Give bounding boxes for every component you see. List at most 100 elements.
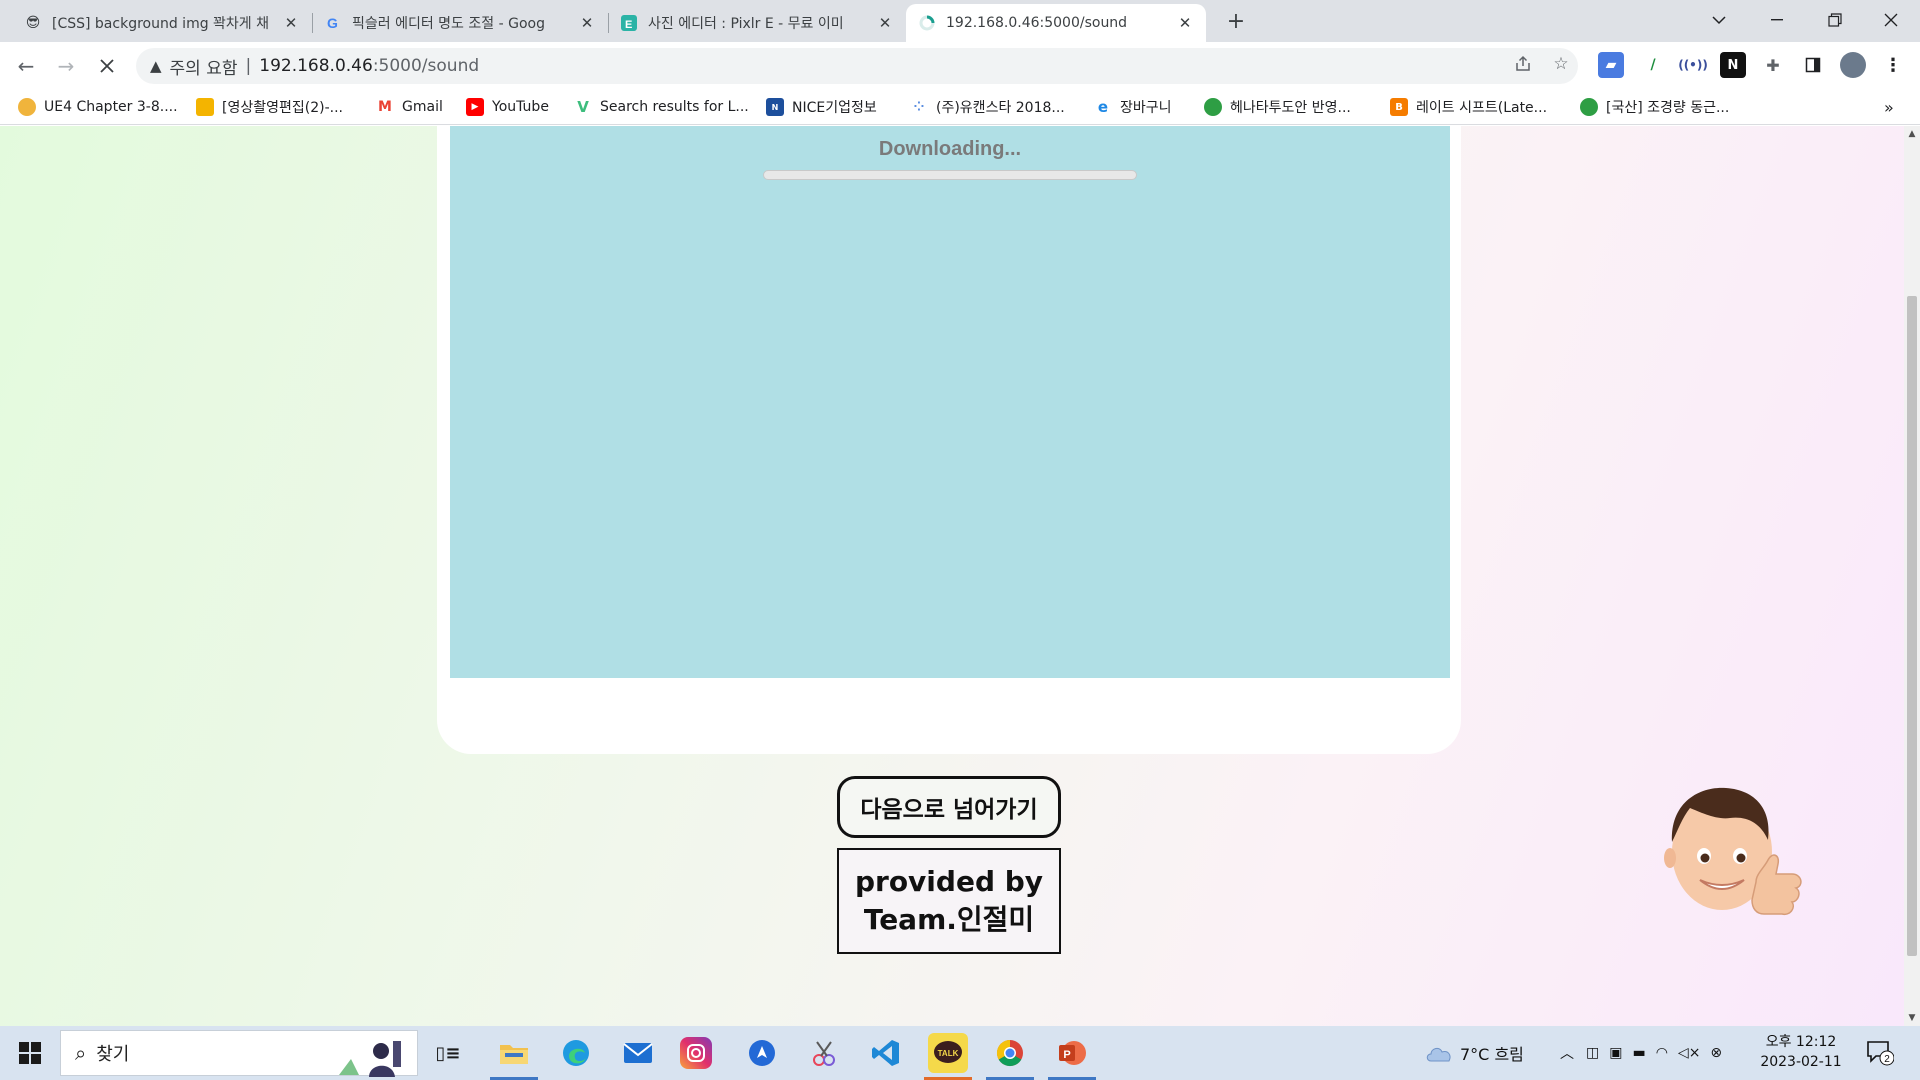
bookmarks-bar: UE4 Chapter 3-8.... [영상촬영편집(2)-... M Gma… bbox=[0, 89, 1920, 125]
chrome-button[interactable] bbox=[990, 1033, 1030, 1073]
bookmark-search-results[interactable]: V Search results for L... bbox=[574, 95, 749, 119]
kebab-menu-icon: ⋮ bbox=[1884, 54, 1902, 76]
system-tray: ︿ ◫ ▣ ▬ ◠ ◁× ⊗ bbox=[1560, 1026, 1722, 1080]
share-button[interactable] bbox=[1508, 49, 1538, 79]
kakaotalk-button[interactable]: TALK bbox=[928, 1033, 968, 1073]
wifi-icon[interactable]: ◠ bbox=[1656, 1045, 1668, 1061]
battery-icon[interactable]: ▬ bbox=[1632, 1045, 1645, 1061]
meet-now-icon[interactable]: ◫ bbox=[1586, 1045, 1599, 1061]
svg-text:P: P bbox=[1063, 1049, 1070, 1061]
arrow-left-icon: ← bbox=[17, 54, 35, 78]
bookmark-ue4[interactable]: UE4 Chapter 3-8.... bbox=[18, 95, 178, 119]
new-tab-button[interactable]: + bbox=[1222, 8, 1250, 36]
close-window-button[interactable] bbox=[1862, 0, 1920, 40]
notification-center-button[interactable]: 2 bbox=[1866, 1026, 1894, 1080]
tab-sound-page[interactable]: 192.168.0.46:5000/sound ✕ bbox=[906, 4, 1206, 42]
vscode-button[interactable] bbox=[866, 1033, 906, 1073]
bookmark-label: 헤나타투도안 반영... bbox=[1230, 100, 1351, 116]
bookmark-label: [영상촬영편집(2)-... bbox=[222, 100, 343, 116]
search-icon: ⌕ bbox=[75, 1041, 87, 1065]
task-view-icon: ▯≡ bbox=[435, 1042, 461, 1064]
extensions-button[interactable]: ✚ bbox=[1760, 52, 1786, 78]
bookmark-youtube[interactable]: ▶ YouTube bbox=[466, 95, 549, 119]
snip-button[interactable] bbox=[804, 1033, 844, 1073]
page-scrollbar[interactable]: ▲ ▼ bbox=[1904, 126, 1920, 1026]
extension-reader-button[interactable]: ((•)) bbox=[1678, 52, 1708, 78]
minimize-icon bbox=[1771, 19, 1783, 21]
bookmark-henna[interactable]: 헤나타투도안 반영... bbox=[1204, 95, 1351, 119]
bookmark-youcanstar[interactable]: ⁘ (주)유캔스타 2018... bbox=[910, 95, 1065, 119]
profile-avatar-button[interactable] bbox=[1840, 52, 1866, 78]
weather-widget[interactable]: 7°C 흐림 bbox=[1424, 1026, 1524, 1080]
bookmark-late-shift[interactable]: B 레이트 시프트(Late... bbox=[1390, 95, 1547, 119]
puzzle-icon: ✚ bbox=[1766, 55, 1780, 75]
extension-notion-button[interactable]: N bbox=[1720, 52, 1746, 78]
bookmark-nice[interactable]: N NICE기업정보 bbox=[766, 95, 877, 119]
back-button[interactable]: ← bbox=[10, 50, 42, 82]
close-tab-icon[interactable]: ✕ bbox=[876, 14, 894, 32]
arrow-app-icon bbox=[749, 1040, 775, 1066]
tab-css-background[interactable]: 😎 [CSS] background img 꽉차게 채 ✕ bbox=[12, 4, 313, 42]
mail-button[interactable] bbox=[618, 1033, 658, 1073]
scrollbar-thumb[interactable] bbox=[1907, 296, 1917, 956]
side-panel-icon bbox=[1805, 57, 1821, 73]
url-path: :5000/sound bbox=[372, 56, 480, 76]
display-icon[interactable]: ▣ bbox=[1609, 1045, 1622, 1061]
stop-loading-button[interactable] bbox=[91, 50, 123, 82]
warning-triangle-icon: ▲ bbox=[150, 57, 162, 75]
tab-pixlr-editor[interactable]: E 사진 에디터 : Pixlr E - 무료 이미 ✕ bbox=[608, 4, 906, 42]
forward-button[interactable]: → bbox=[50, 50, 82, 82]
close-tab-icon[interactable]: ✕ bbox=[578, 14, 596, 32]
bookmark-domestic[interactable]: [국산] 조경량 동근... bbox=[1580, 95, 1729, 119]
close-tab-icon[interactable]: ✕ bbox=[282, 14, 300, 32]
scroll-up-arrow-icon[interactable]: ▲ bbox=[1904, 126, 1920, 142]
classroom-icon bbox=[196, 98, 214, 116]
close-tab-icon[interactable]: ✕ bbox=[1176, 14, 1194, 32]
next-button[interactable]: 다음으로 넘어가기 bbox=[837, 776, 1061, 838]
edge-button[interactable] bbox=[556, 1033, 596, 1073]
credit-box: provided by Team.인절미 bbox=[837, 848, 1061, 954]
download-progress-bar bbox=[763, 170, 1137, 180]
instagram-button[interactable] bbox=[680, 1037, 712, 1069]
bookmark-star-button[interactable]: ☆ bbox=[1546, 49, 1576, 79]
vee-icon: V bbox=[574, 98, 592, 116]
notification-count: 2 bbox=[1884, 1054, 1890, 1065]
side-panel-button[interactable] bbox=[1800, 52, 1826, 78]
half-moon-icon bbox=[18, 98, 36, 116]
minimize-button[interactable] bbox=[1748, 0, 1806, 40]
dots-icon: ⁘ bbox=[910, 98, 928, 116]
page-content: Downloading... 다음으로 넘어가기 provided by Tea… bbox=[0, 126, 1904, 1026]
shield-icon bbox=[1204, 98, 1222, 116]
weather-label: 7°C 흐림 bbox=[1460, 1045, 1524, 1064]
extension-translate-button[interactable]: ▰ bbox=[1598, 52, 1624, 78]
restore-button[interactable] bbox=[1806, 0, 1864, 40]
pixlr-icon: E bbox=[620, 14, 638, 32]
no-connection-icon[interactable]: ⊗ bbox=[1710, 1045, 1722, 1061]
tab-search-button[interactable] bbox=[1690, 0, 1748, 40]
scroll-down-arrow-icon[interactable]: ▼ bbox=[1904, 1010, 1920, 1026]
star-icon: ☆ bbox=[1553, 54, 1569, 74]
arrow-app-button[interactable] bbox=[742, 1033, 782, 1073]
chevron-up-icon[interactable]: ︿ bbox=[1560, 1043, 1574, 1063]
bookmark-classroom[interactable]: [영상촬영편집(2)-... bbox=[196, 95, 343, 119]
bookmarks-overflow-button[interactable]: » bbox=[1884, 95, 1894, 119]
bookmark-gmail[interactable]: M Gmail bbox=[376, 95, 443, 119]
search-placeholder: 찾기 bbox=[96, 1044, 130, 1065]
bookmark-label: UE4 Chapter 3-8.... bbox=[44, 99, 178, 115]
task-view-button[interactable]: ▯≡ bbox=[428, 1033, 468, 1073]
powerpoint-button[interactable]: P bbox=[1052, 1033, 1092, 1073]
file-explorer-button[interactable] bbox=[494, 1033, 534, 1073]
start-button[interactable] bbox=[0, 1026, 60, 1080]
bookmark-cart[interactable]: e 장바구니 bbox=[1094, 95, 1172, 119]
credit-line-team: Team.인절미 bbox=[863, 903, 1035, 936]
speaker-muted-icon[interactable]: ◁× bbox=[1678, 1045, 1701, 1061]
reader-icon: ((•)) bbox=[1678, 58, 1708, 72]
taskbar-clock[interactable]: 오후 12:12 2023-02-11 bbox=[1756, 1032, 1846, 1072]
taskbar-search-input[interactable]: ⌕ 찾기 bbox=[60, 1030, 418, 1077]
extension-pen-button[interactable]: / bbox=[1640, 52, 1666, 78]
share-icon bbox=[1516, 55, 1530, 71]
address-bar[interactable]: ▲ 주의 요함 | 192.168.0.46 :5000/sound bbox=[136, 48, 1578, 84]
tab-pixlr-search[interactable]: G 픽슬러 에디터 명도 조절 - Goog ✕ bbox=[312, 4, 609, 42]
browser-menu-button[interactable]: ⋮ bbox=[1880, 52, 1906, 78]
bookmark-label: 레이트 시프트(Late... bbox=[1416, 100, 1548, 116]
